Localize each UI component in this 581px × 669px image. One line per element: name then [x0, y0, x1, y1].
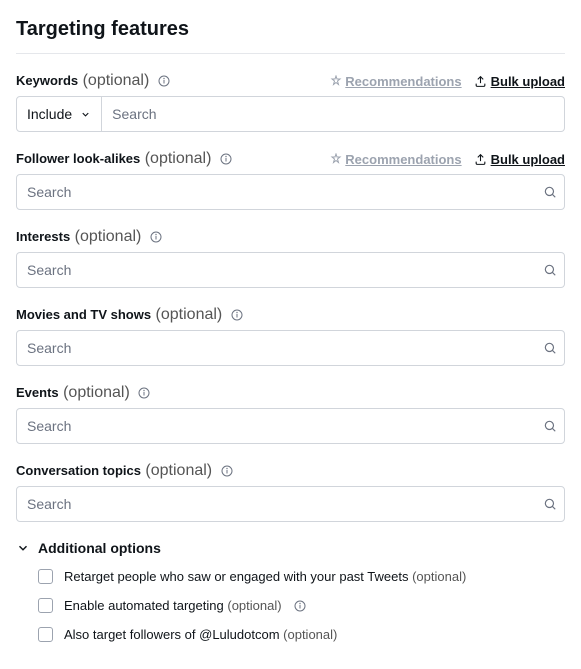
recommendations-link[interactable]: Recommendations [330, 74, 461, 89]
additional-options-toggle[interactable]: Additional options [16, 540, 565, 556]
movies-section: Movies and TV shows (optional) [16, 306, 565, 366]
keywords-section: Keywords (optional) Recommendations Bulk… [16, 72, 565, 132]
interests-section: Interests (optional) [16, 228, 565, 288]
movies-label: Movies and TV shows [16, 307, 151, 322]
conversation-label: Conversation topics [16, 463, 141, 478]
recommendations-label: Recommendations [345, 74, 461, 89]
include-dropdown[interactable]: Include [16, 96, 102, 132]
recommendations-link[interactable]: Recommendations [330, 152, 461, 167]
include-label: Include [27, 106, 72, 122]
search-icon [543, 341, 557, 355]
bulk-upload-link[interactable]: Bulk upload [474, 74, 565, 89]
movies-search-input[interactable] [16, 330, 565, 366]
automated-label: Enable automated targeting [64, 598, 224, 613]
info-icon[interactable] [294, 600, 306, 612]
events-search-input[interactable] [16, 408, 565, 444]
divider [16, 53, 565, 54]
bulk-upload-label: Bulk upload [491, 74, 565, 89]
lookalikes-optional: (optional) [145, 150, 212, 167]
search-icon [543, 419, 557, 433]
search-icon [543, 497, 557, 511]
retarget-checkbox[interactable] [38, 569, 53, 584]
keywords-label: Keywords [16, 73, 78, 88]
info-icon[interactable] [138, 387, 150, 399]
events-optional: (optional) [63, 384, 130, 401]
info-icon[interactable] [221, 465, 233, 477]
followers-checkbox[interactable] [38, 627, 53, 642]
keywords-search-input[interactable] [102, 96, 565, 132]
info-icon[interactable] [220, 153, 232, 165]
lookalikes-search-input[interactable] [16, 174, 565, 210]
automated-optional: (optional) [227, 598, 281, 613]
conversation-section: Conversation topics (optional) [16, 462, 565, 522]
search-icon [543, 263, 557, 277]
bulk-upload-label: Bulk upload [491, 152, 565, 167]
followers-checkbox-row[interactable]: Also target followers of @Luludotcom (op… [34, 624, 565, 645]
interests-label: Interests [16, 229, 70, 244]
info-icon[interactable] [158, 75, 170, 87]
events-label: Events [16, 385, 59, 400]
lookalikes-label: Follower look-alikes [16, 151, 140, 166]
retarget-optional: (optional) [412, 569, 466, 584]
page-title: Targeting features [16, 18, 565, 41]
retarget-label: Retarget people who saw or engaged with … [64, 569, 408, 584]
additional-options-list: Retarget people who saw or engaged with … [16, 566, 565, 645]
info-icon[interactable] [150, 231, 162, 243]
lookalikes-section: Follower look-alikes (optional) Recommen… [16, 150, 565, 210]
followers-optional: (optional) [283, 627, 337, 642]
retarget-checkbox-row[interactable]: Retarget people who saw or engaged with … [34, 566, 565, 587]
automated-checkbox[interactable] [38, 598, 53, 613]
bulk-upload-link[interactable]: Bulk upload [474, 152, 565, 167]
conversation-optional: (optional) [145, 462, 212, 479]
additional-options-label: Additional options [38, 540, 161, 556]
interests-search-input[interactable] [16, 252, 565, 288]
followers-label: Also target followers of @Luludotcom [64, 627, 280, 642]
keywords-optional: (optional) [83, 72, 150, 89]
interests-optional: (optional) [75, 228, 142, 245]
chevron-down-icon [16, 541, 30, 555]
movies-optional: (optional) [156, 306, 223, 323]
conversation-search-input[interactable] [16, 486, 565, 522]
recommendations-label: Recommendations [345, 152, 461, 167]
search-icon [543, 185, 557, 199]
events-section: Events (optional) [16, 384, 565, 444]
chevron-down-icon [80, 109, 91, 120]
info-icon[interactable] [231, 309, 243, 321]
